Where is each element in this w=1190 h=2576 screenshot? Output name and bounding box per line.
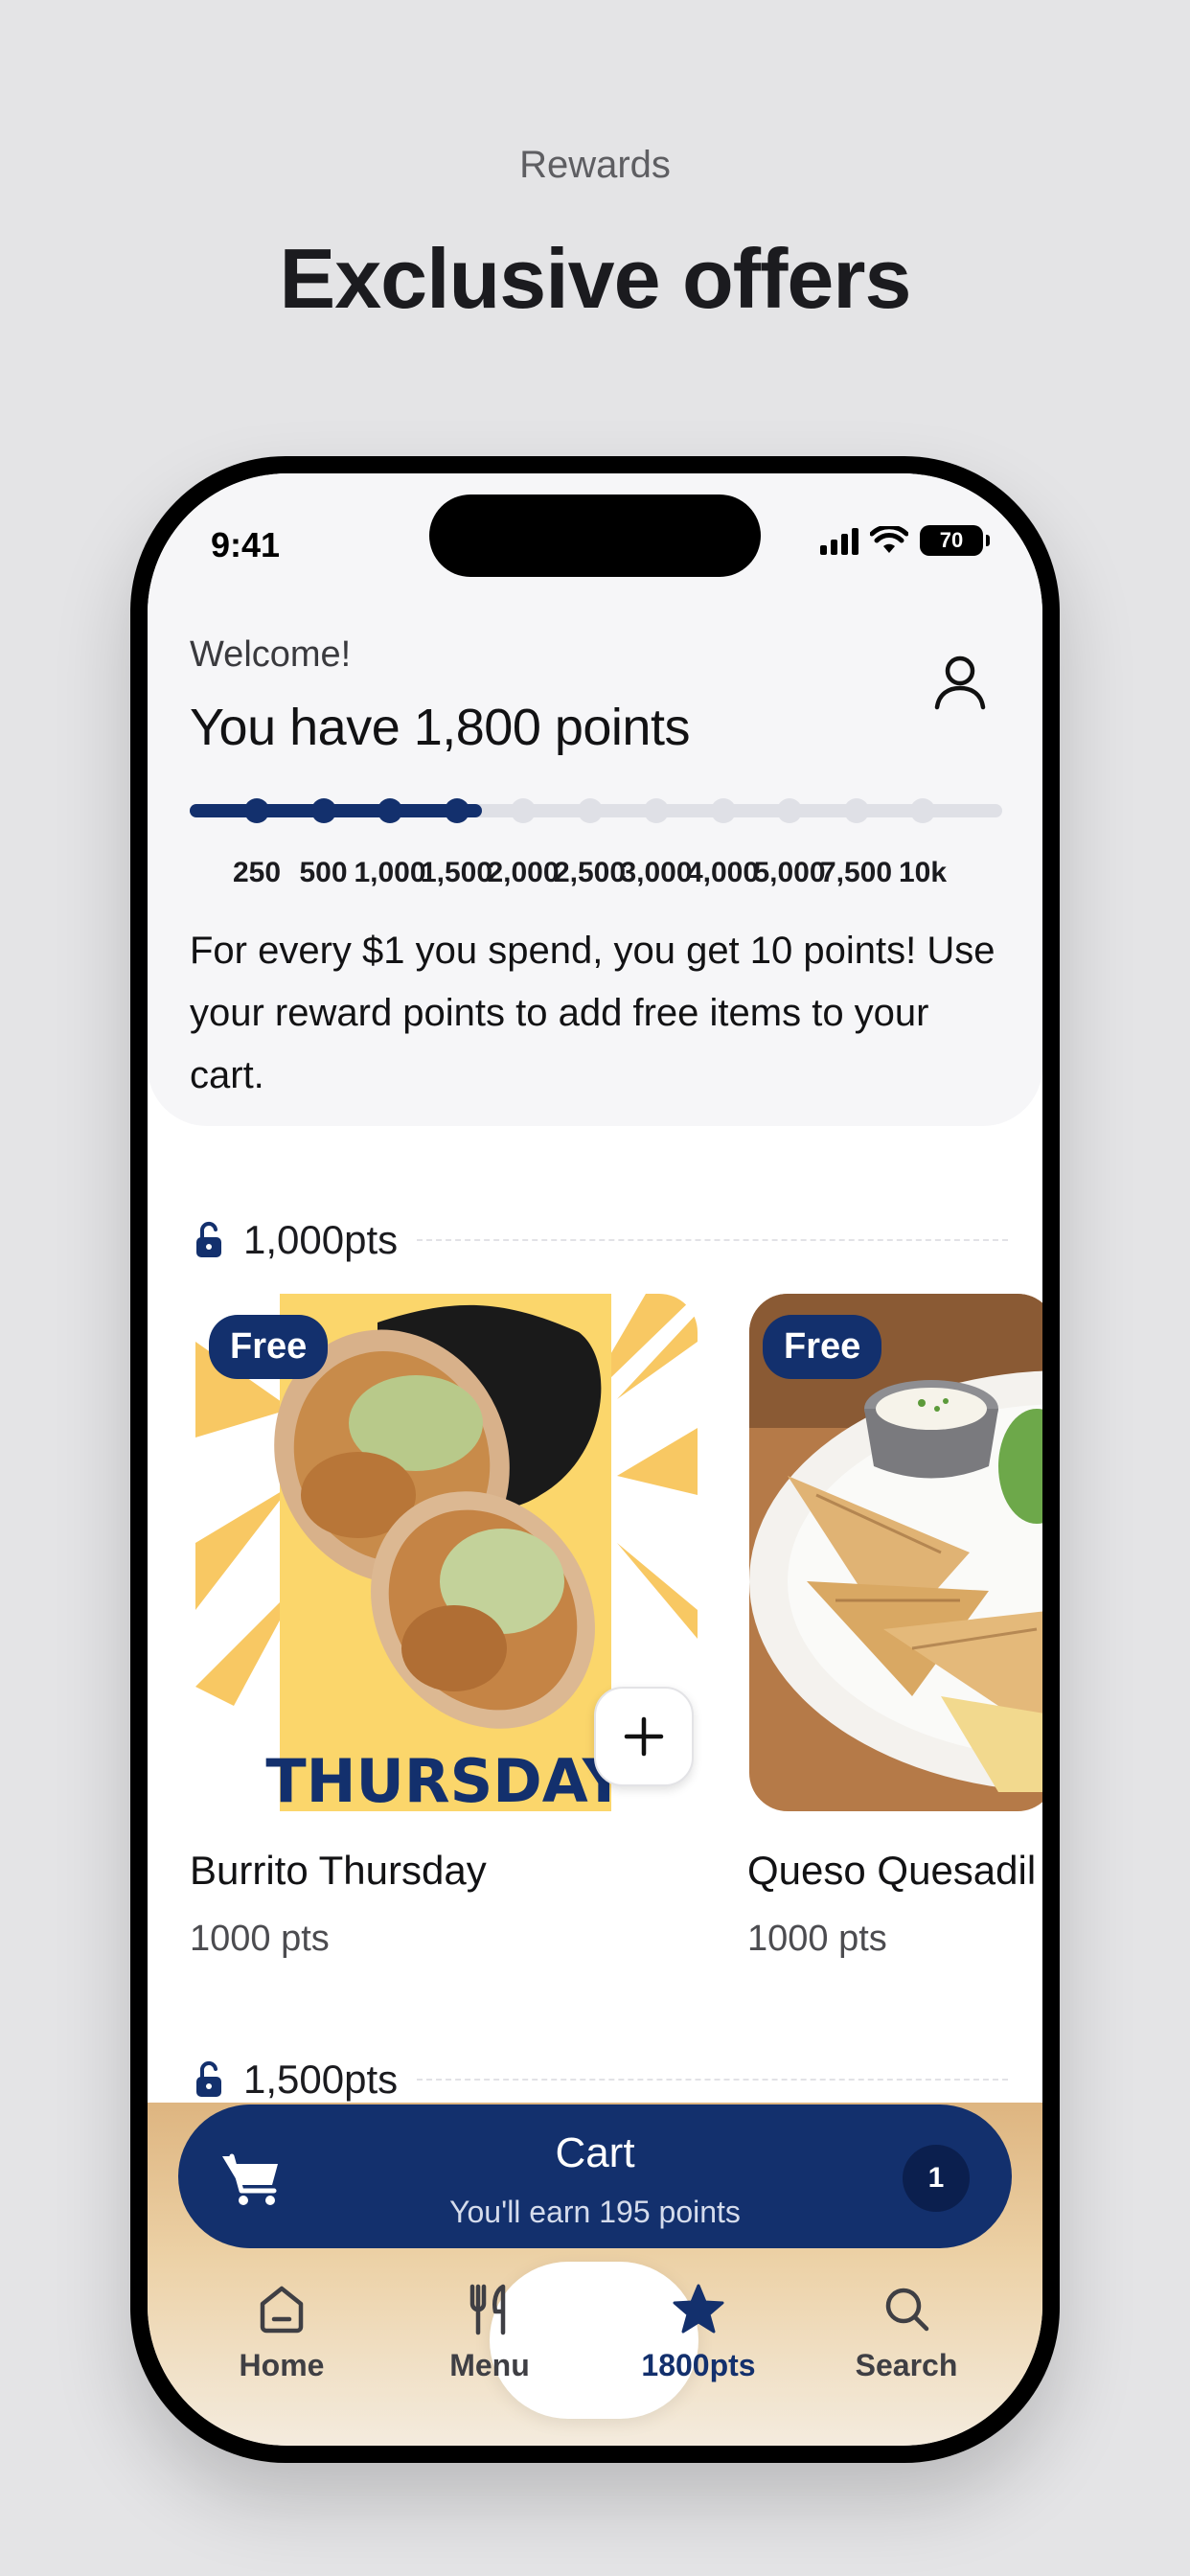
milestone-label: 500 <box>299 857 348 888</box>
milestone-label: 2,500 <box>553 857 627 888</box>
milestone-label: 10k <box>898 857 948 888</box>
points-header: 9:41 70 Welcome! You have 1,800 points 2… <box>148 473 1042 1126</box>
tab-menu-label: Menu <box>449 2348 530 2382</box>
dynamic-island <box>429 494 761 577</box>
milestone-label: 7,500 <box>819 857 893 888</box>
bottom-tab-bar: Home Menu 1800pts Search <box>148 2262 1042 2446</box>
thursday-image-text: THURSDAY <box>265 1746 626 1811</box>
profile-icon[interactable] <box>931 652 989 713</box>
wifi-icon <box>870 526 908 553</box>
milestone-label: 1,000 <box>354 857 426 888</box>
status-time: 9:41 <box>211 525 281 564</box>
tier-divider <box>417 2079 1008 2081</box>
milestone-label: 4,000 <box>686 857 760 888</box>
milestone-label: 3,000 <box>620 857 693 888</box>
milestone-label: 250 <box>232 857 282 888</box>
milestone-dot <box>244 798 269 823</box>
cart-title: Cart <box>555 2129 635 2176</box>
unlocked-lock-icon <box>196 1221 221 1257</box>
cart-button[interactable]: Cart You'll earn 195 points 1 <box>178 2104 1012 2248</box>
points-progress-fill <box>190 804 483 817</box>
milestone-dot <box>710 798 736 823</box>
item-points: 1000 pts <box>747 1919 887 1959</box>
free-badge: Free <box>209 1315 329 1379</box>
tab-rewards-label: 1800pts <box>641 2348 756 2382</box>
tier-label: 1,000pts <box>243 1217 399 1262</box>
add-to-cart-button[interactable] <box>594 1687 694 1786</box>
item-name: Burrito Thursday <box>190 1848 487 1893</box>
plus-icon <box>624 1716 664 1757</box>
phone-screen: 9:41 70 Welcome! You have 1,800 points 2… <box>148 473 1042 2446</box>
tab-home[interactable]: Home <box>186 2262 378 2383</box>
cellular-signal-icon <box>820 526 858 555</box>
tab-rewards[interactable]: 1800pts <box>603 2262 794 2383</box>
unlocked-lock-icon <box>196 2060 221 2097</box>
tab-search-label: Search <box>855 2348 958 2382</box>
tier-divider <box>417 1239 1008 1241</box>
item-name: Queso Quesadil <box>747 1848 1037 1893</box>
milestone-dot <box>378 798 402 823</box>
cart-count-badge: 1 <box>903 2145 970 2212</box>
phone-frame: 9:41 70 Welcome! You have 1,800 points 2… <box>130 456 1060 2463</box>
milestone-dot <box>777 798 802 823</box>
milestone-label: 1,500 <box>420 857 493 888</box>
milestone-label: 2,000 <box>487 857 560 888</box>
milestone-dot <box>310 798 336 823</box>
milestone-dot <box>511 798 536 823</box>
battery-icon: 70 <box>920 525 990 556</box>
reward-card-queso-quesadilla[interactable]: Free <box>749 1294 1042 1811</box>
tier-header-1500: 1,500pts <box>194 2057 1008 2103</box>
star-icon <box>673 2284 724 2334</box>
rewards-info-text: For every $1 you spend, you get 10 point… <box>190 930 995 1096</box>
search-icon <box>885 2288 929 2332</box>
free-badge: Free <box>763 1315 882 1379</box>
fork-knife-icon <box>469 2284 506 2335</box>
tab-search[interactable]: Search <box>811 2262 1002 2383</box>
milestone-label: 5,000 <box>753 857 826 888</box>
page-headline: Exclusive offers <box>279 231 912 326</box>
page-eyebrow: Rewards <box>519 144 671 186</box>
welcome-text: Welcome! <box>190 634 352 675</box>
milestone-dot <box>843 798 869 823</box>
milestone-dot <box>910 798 935 823</box>
milestone-dot <box>644 798 669 823</box>
points-balance: You have 1,800 points <box>190 699 690 756</box>
status-icons: 70 <box>820 525 990 556</box>
item-points: 1000 pts <box>190 1919 330 1959</box>
home-icon <box>260 2286 304 2334</box>
tier-header-1000: 1,000pts <box>194 1217 1008 1263</box>
tab-menu[interactable]: Menu <box>394 2262 585 2383</box>
tab-home-label: Home <box>239 2348 325 2382</box>
cart-earn-text: You'll earn 195 points <box>449 2195 741 2229</box>
tier-label: 1,500pts <box>243 2057 399 2102</box>
milestone-dot <box>577 798 603 823</box>
milestone-dot <box>444 798 469 823</box>
